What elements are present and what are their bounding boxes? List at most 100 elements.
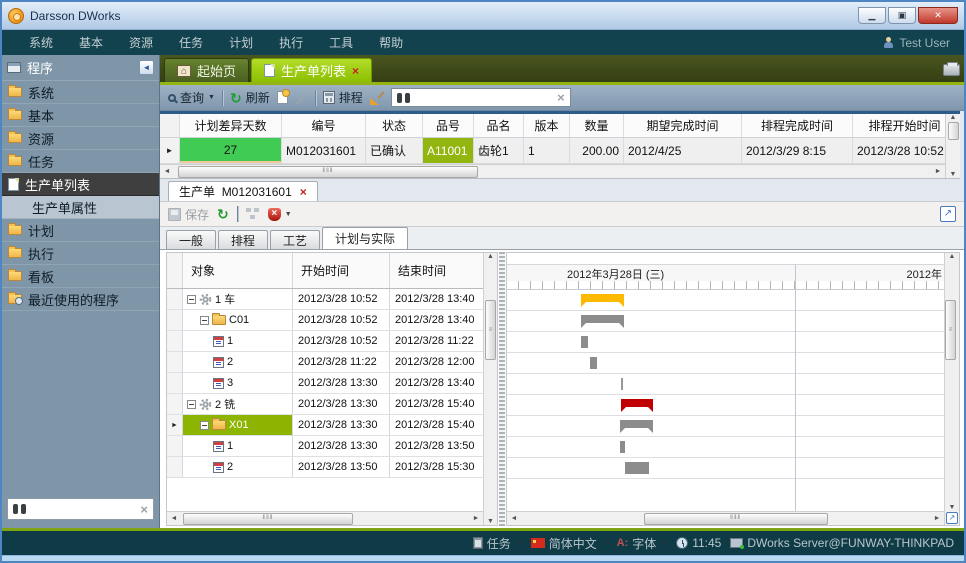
tab-close-icon[interactable]: × [352,65,359,77]
gantt-bar-2[interactable] [581,336,588,348]
close-button[interactable]: ✕ [918,7,958,24]
save-button[interactable]: 保存 [168,206,209,223]
doc-tab-close-icon[interactable]: × [300,186,307,198]
doc-tab-3[interactable]: 计划与实际 [322,227,408,249]
schedule-button[interactable]: 排程 [323,89,363,106]
permission-shield-button[interactable]: ▼ [268,208,292,221]
gantt-horizontal-scrollbar[interactable]: ◄ ⦀⦀⦀ ► [507,511,944,525]
grid-horizontal-scrollbar[interactable]: ◄ ⦀⦀⦀ ► [160,164,945,178]
tree-row-1[interactable]: C012012/3/28 10:522012/3/28 13:40 [167,310,483,331]
scroll-right-icon[interactable]: ► [469,515,483,522]
gantt-bar-3[interactable] [590,357,597,369]
sidebar-search[interactable]: × [7,498,154,520]
query-dropdown-caret[interactable]: ▼ [208,94,215,101]
scroll-down-icon[interactable]: ▼ [946,171,960,178]
scroll-up-icon[interactable]: ▲ [946,114,960,121]
sidebar-item-2[interactable]: 资源 [2,127,159,150]
toolbar-search-box[interactable]: × [391,88,571,107]
sidebar-item-5[interactable]: 生产单属性 [2,196,159,219]
gantt-bar-1[interactable] [581,315,624,323]
scroll-left-icon[interactable]: ◄ [160,168,174,175]
grid-col-3[interactable]: 品号 [423,114,474,137]
sidebar-item-8[interactable]: 看板 [2,265,159,288]
scroll-right-icon[interactable]: ► [930,515,944,522]
grid-row[interactable]: ► 27M012031601已确认A11001齿轮11200.002012/4/… [160,138,945,164]
tree-row-0[interactable]: 1 车2012/3/28 10:522012/3/28 13:40 [167,289,483,310]
doc-tab-0[interactable]: 一般 [166,230,216,249]
menu-item-4[interactable]: 计划 [216,31,266,54]
grid-col-9[interactable]: 排程开始时间 [853,114,945,137]
sidebar-item-9[interactable]: 最近使用的程序 [2,288,159,311]
sidebar-item-4[interactable]: 生产单列表 [2,173,159,196]
grid-col-6[interactable]: 数量 [570,114,624,137]
gantt-bar-0[interactable] [581,294,624,302]
gantt-bar-8[interactable] [625,462,649,474]
tree-expand-icon[interactable] [187,400,196,409]
grid-cell-5[interactable]: 1 [524,138,570,163]
scroll-left-icon[interactable]: ◄ [167,515,181,522]
gantt-bar-4[interactable] [621,378,623,390]
tree-row-5[interactable]: 2 铣2012/3/28 13:302012/3/28 15:40 [167,394,483,415]
tree-expand-icon[interactable] [187,295,196,304]
status-task[interactable]: 任务 ▼ [473,535,522,552]
flow-icon[interactable] [246,208,260,220]
grid-cell-3[interactable]: A11001 [423,138,474,163]
doc-tab-1[interactable]: 排程 [218,230,268,249]
split-handle[interactable] [499,252,505,526]
scroll-up-icon[interactable]: ▲ [484,253,498,260]
tree-row-2[interactable]: 12012/3/28 10:522012/3/28 11:22 [167,331,483,352]
open-external-icon[interactable] [940,206,956,222]
menu-item-0[interactable]: 系统 [16,31,66,54]
scroll-down-icon[interactable]: ▼ [484,518,498,525]
sidebar-item-6[interactable]: 计划 [2,219,159,242]
tab-production-list[interactable]: 生产单列表 × [251,58,372,82]
grid-cell-6[interactable]: 200.00 [570,138,624,163]
menu-item-7[interactable]: 帮助 [366,31,416,54]
tree-row-4[interactable]: 32012/3/28 13:302012/3/28 13:40 [167,373,483,394]
tree-row-6[interactable]: ►X012012/3/28 13:302012/3/28 15:40 [167,415,483,436]
doc-refresh-button[interactable]: ↻ [217,207,229,221]
production-order-doc-tab[interactable]: 生产单 M012031601 × [168,181,318,201]
query-button[interactable]: 查询 ▼ [168,89,215,106]
tree-row-7[interactable]: 12012/3/28 13:302012/3/28 13:50 [167,436,483,457]
doc-tab-2[interactable]: 工艺 [270,230,320,249]
sidebar-item-3[interactable]: 任务 [2,150,159,173]
grid-cell-1[interactable]: M012031601 [282,138,366,163]
sidebar-search-clear-icon[interactable]: × [140,503,148,516]
grid-cell-4[interactable]: 齿轮1 [474,138,524,163]
tree-vertical-scrollbar[interactable]: ▲ ≡ ▼ [483,253,497,525]
sidebar-collapse-button[interactable]: ◄ [139,60,154,75]
gantt-bar-6[interactable] [620,420,653,428]
tree-expand-icon[interactable] [200,421,209,430]
grid-col-5[interactable]: 版本 [524,114,570,137]
grid-vertical-scrollbar[interactable]: ▲ ▼ [945,114,960,178]
sidebar-item-0[interactable]: 系统 [2,81,159,104]
menu-item-3[interactable]: 任务 [166,31,216,54]
gantt-bar-5[interactable] [621,399,653,407]
tree-expand-icon[interactable] [200,316,209,325]
gantt-expand-icon[interactable] [946,512,958,524]
grid-cell-2[interactable]: 已确认 [366,138,423,163]
grid-cell-8[interactable]: 2012/3/29 8:15 [742,138,853,163]
grid-cell-7[interactable]: 2012/4/25 [624,138,742,163]
toolbar-search-clear-icon[interactable]: × [557,91,565,104]
edit-button[interactable] [296,93,307,104]
new-item-button[interactable] [277,91,288,104]
scroll-down-icon[interactable]: ▼ [945,504,959,511]
grid-cell-0[interactable]: 27 [180,138,282,163]
maximize-button[interactable]: ▣ [888,7,916,24]
status-language[interactable]: 简体中文 ▼ [531,535,608,552]
grid-col-4[interactable]: 品名 [474,114,524,137]
sidebar-item-7[interactable]: 执行 [2,242,159,265]
grid-col-1[interactable]: 编号 [282,114,366,137]
grid-col-8[interactable]: 排程完成时间 [742,114,853,137]
scroll-up-icon[interactable]: ▲ [945,253,959,260]
minimize-button[interactable]: ▁ [858,7,886,24]
refresh-button[interactable]: ↻ 刷新 [230,89,270,106]
tab-home[interactable]: 起始页 [164,58,249,82]
tree-row-3[interactable]: 22012/3/28 11:222012/3/28 12:00 [167,352,483,373]
grid-cell-9[interactable]: 2012/3/28 10:52 [853,138,945,163]
grid-col-7[interactable]: 期望完成时间 [624,114,742,137]
menu-item-2[interactable]: 资源 [116,31,166,54]
printer-icon[interactable] [943,64,960,76]
